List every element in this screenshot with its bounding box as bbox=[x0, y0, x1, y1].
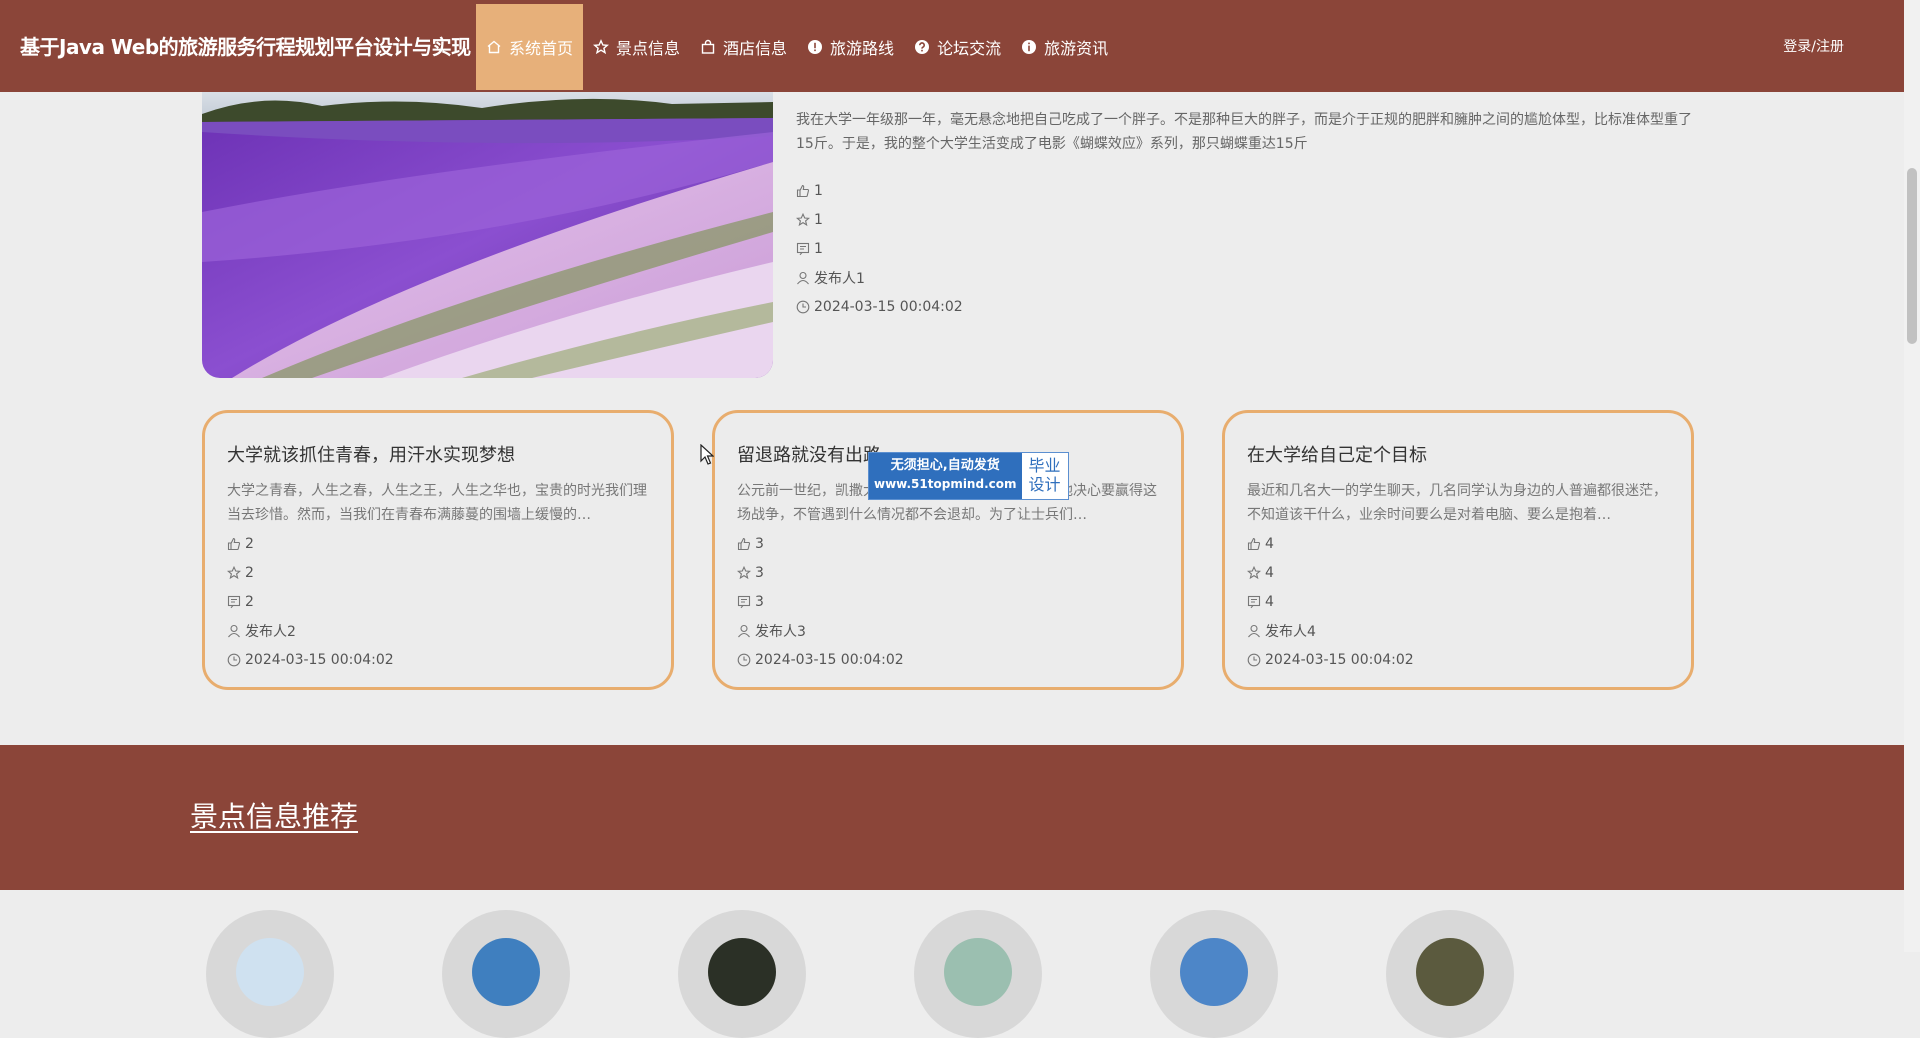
clock-icon bbox=[796, 300, 810, 314]
attraction-thumbnail[interactable] bbox=[442, 910, 570, 1038]
publish-time: 2024-03-15 00:04:02 bbox=[737, 645, 904, 674]
nav-label: 旅游资讯 bbox=[1044, 39, 1109, 58]
info-circle-icon bbox=[1021, 39, 1037, 55]
comment-count: 1 bbox=[796, 234, 963, 263]
star-outline-icon bbox=[227, 565, 241, 580]
nav-item-attractions[interactable]: 景点信息 bbox=[583, 4, 690, 90]
attraction-thumbnail[interactable] bbox=[1386, 910, 1514, 1038]
like-count: 1 bbox=[796, 176, 963, 205]
card-meta: 4 4 4 发布人4 2024-03-15 00:04:02 bbox=[1247, 529, 1414, 674]
comment-icon bbox=[737, 595, 751, 609]
star-outline-icon bbox=[796, 212, 810, 227]
nav-item-news[interactable]: 旅游资讯 bbox=[1011, 4, 1118, 90]
publish-time: 2024-03-15 00:04:02 bbox=[796, 292, 963, 321]
comment-icon bbox=[796, 242, 810, 256]
clock-icon bbox=[1247, 653, 1261, 667]
comment-count: 4 bbox=[1247, 587, 1414, 616]
user-icon bbox=[737, 624, 751, 638]
attraction-thumbnail[interactable] bbox=[678, 910, 806, 1038]
nav-item-routes[interactable]: 旅游路线 bbox=[797, 4, 904, 90]
attraction-thumbnail[interactable] bbox=[914, 910, 1042, 1038]
nav-item-forum[interactable]: 论坛交流 bbox=[904, 4, 1011, 90]
featured-article-image[interactable] bbox=[202, 92, 773, 378]
star-outline-icon bbox=[737, 565, 751, 580]
favorite-count: 4 bbox=[1247, 558, 1414, 587]
nav-label: 景点信息 bbox=[616, 39, 681, 58]
page-scrollbar[interactable] bbox=[1904, 0, 1920, 952]
card-description: 最近和几名大一的学生聊天，几名同学认为身边的人普遍都很迷茫，不知道该干什么，业余… bbox=[1247, 483, 1667, 523]
thumbs-up-icon bbox=[227, 537, 241, 551]
star-outline-icon bbox=[1247, 565, 1261, 580]
article-card[interactable]: 大学就该抓住青春，用汗水实现梦想 大学之青春，人生之春，人生之王，人生之华也，宝… bbox=[202, 410, 674, 690]
author: 发布人2 bbox=[227, 616, 394, 645]
star-icon bbox=[593, 39, 610, 55]
card-meta: 3 3 3 发布人3 2024-03-15 00:04:02 bbox=[737, 529, 904, 674]
author: 发布人1 bbox=[796, 263, 963, 292]
clock-icon bbox=[737, 653, 751, 667]
attraction-thumbnail[interactable] bbox=[1150, 910, 1278, 1038]
publish-time: 2024-03-15 00:04:02 bbox=[1247, 645, 1414, 674]
comment-icon bbox=[227, 595, 241, 609]
main-nav: 系统首页 景点信息 酒店信息 旅游路线 论坛交流 旅游资讯 bbox=[476, 4, 1118, 90]
user-icon bbox=[1247, 624, 1261, 638]
author: 发布人3 bbox=[737, 616, 904, 645]
comment-count: 2 bbox=[227, 587, 394, 616]
nav-item-hotels[interactable]: 酒店信息 bbox=[690, 4, 797, 90]
favorite-count: 2 bbox=[227, 558, 394, 587]
watermark-left: 无须担心,自动发货 www.51topmind.com bbox=[869, 453, 1022, 499]
like-count: 3 bbox=[737, 529, 904, 558]
like-count: 4 bbox=[1247, 529, 1414, 558]
thumbs-up-icon bbox=[1247, 537, 1261, 551]
mouse-cursor-icon bbox=[700, 443, 715, 470]
featured-article-description: 我在大学一年级那一年，毫无悬念地把自己吃成了一个胖子。不是那种巨大的胖子，而是介… bbox=[796, 112, 1692, 152]
author: 发布人4 bbox=[1247, 616, 1414, 645]
thumbs-up-icon bbox=[796, 184, 810, 198]
recommend-title[interactable]: 景点信息推荐 bbox=[190, 795, 358, 835]
user-icon bbox=[227, 624, 241, 638]
comment-count: 3 bbox=[737, 587, 904, 616]
user-icon bbox=[796, 271, 810, 285]
featured-article-meta: 1 1 1 发布人1 2024-03-15 00:04:02 bbox=[796, 176, 963, 321]
login-register-link[interactable]: 登录/注册 bbox=[1783, 0, 1844, 92]
recommend-section-header: 景点信息推荐 bbox=[0, 745, 1904, 890]
favorite-count: 1 bbox=[796, 205, 963, 234]
card-title: 留退路就没有出路 bbox=[737, 445, 881, 466]
nav-item-home[interactable]: 系统首页 bbox=[476, 4, 584, 90]
nav-label: 旅游路线 bbox=[830, 39, 895, 58]
favorite-count: 3 bbox=[737, 558, 904, 587]
thumbs-up-icon bbox=[737, 537, 751, 551]
publish-time: 2024-03-15 00:04:02 bbox=[227, 645, 394, 674]
card-title: 大学就该抓住青春，用汗水实现梦想 bbox=[227, 445, 515, 466]
article-card[interactable]: 在大学给自己定个目标 最近和几名大一的学生聊天，几名同学认为身边的人普遍都很迷茫… bbox=[1222, 410, 1694, 690]
nav-label: 系统首页 bbox=[509, 39, 574, 58]
card-title: 在大学给自己定个目标 bbox=[1247, 445, 1427, 466]
scrollbar-thumb[interactable] bbox=[1907, 168, 1917, 344]
question-circle-icon bbox=[914, 39, 930, 55]
watermark-right: 毕业 设计 bbox=[1028, 456, 1061, 494]
bag-icon bbox=[700, 39, 716, 55]
site-title: 基于Java Web的旅游服务行程规划平台设计与实现 bbox=[20, 35, 471, 59]
card-description: 大学之青春，人生之春，人生之王，人生之华也，宝贵的时光我们理当去珍惜。然而，当我… bbox=[227, 483, 647, 523]
home-icon bbox=[486, 39, 502, 55]
nav-label: 酒店信息 bbox=[723, 39, 788, 58]
comment-icon bbox=[1247, 595, 1261, 609]
nav-label: 论坛交流 bbox=[937, 39, 1002, 58]
watermark-badge: 无须担心,自动发货 www.51topmind.com 毕业 设计 bbox=[868, 452, 1069, 500]
top-navbar: 基于Java Web的旅游服务行程规划平台设计与实现 系统首页 景点信息 酒店信… bbox=[0, 0, 1904, 92]
alert-circle-icon bbox=[807, 39, 823, 55]
attraction-thumbnail[interactable] bbox=[206, 910, 334, 1038]
clock-icon bbox=[227, 653, 241, 667]
like-count: 2 bbox=[227, 529, 394, 558]
card-meta: 2 2 2 发布人2 2024-03-15 00:04:02 bbox=[227, 529, 394, 674]
